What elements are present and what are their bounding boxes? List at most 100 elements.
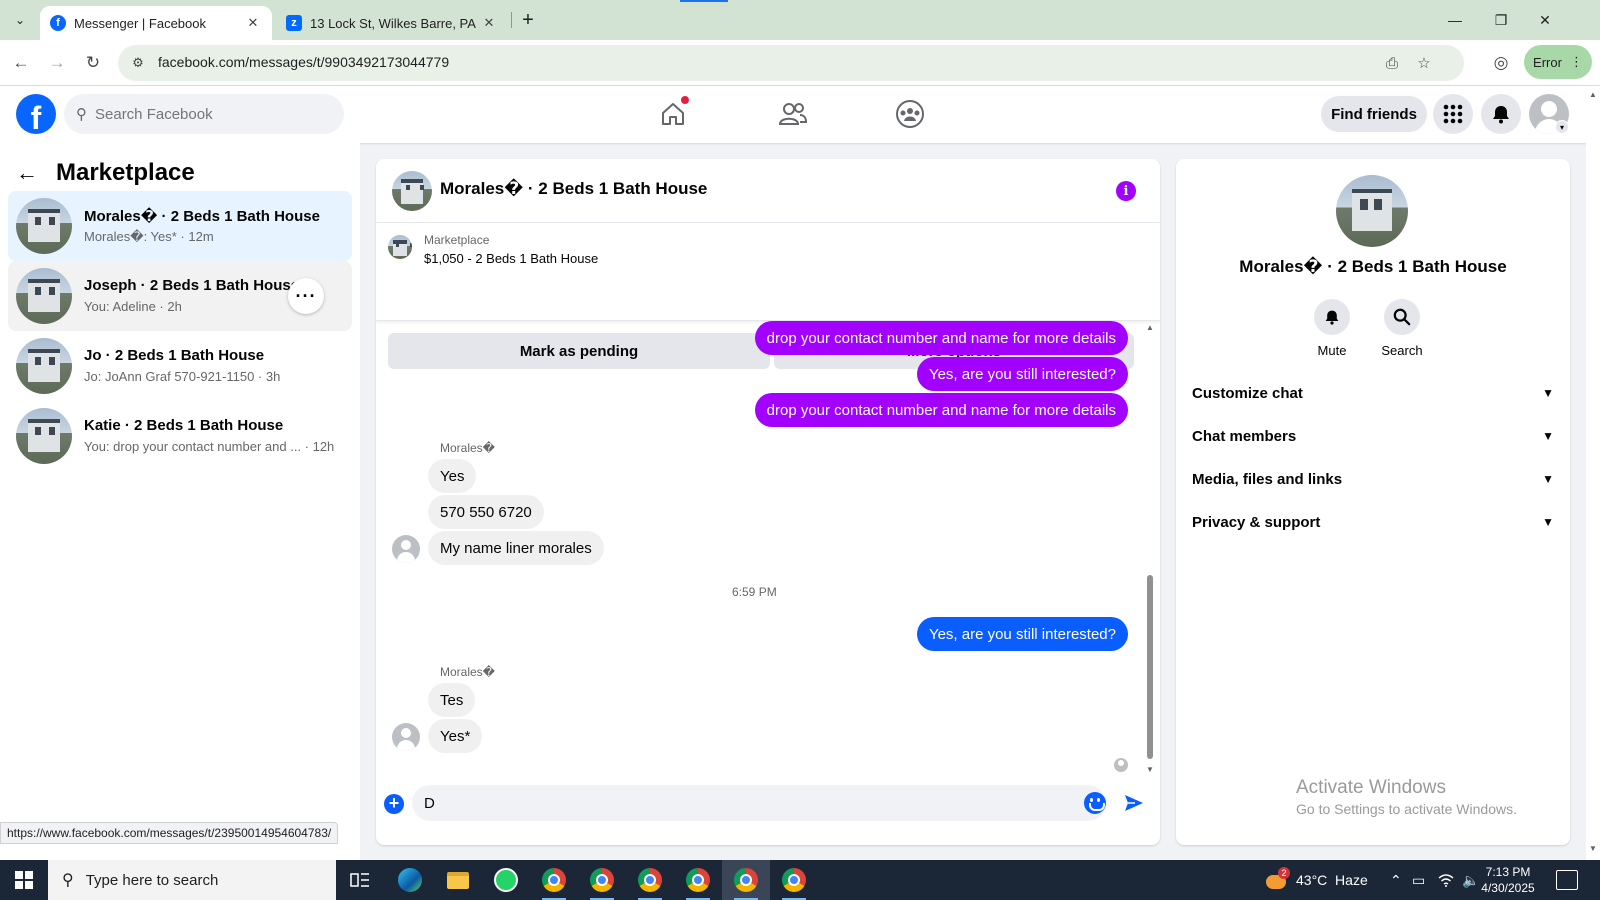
bookmark-star-icon[interactable]: ☆ (1412, 51, 1436, 75)
zillow-icon: z (286, 15, 302, 31)
tab-messenger[interactable]: f Messenger | Facebook ✕ (40, 6, 272, 40)
tab-zillow[interactable]: z 13 Lock St, Wilkes Barre, PA 187 ✕ (276, 6, 508, 40)
menu-grid-icon[interactable] (1433, 94, 1473, 134)
chat-avatar[interactable] (392, 171, 432, 211)
back-button[interactable]: ← (6, 48, 36, 78)
section-label: Chat members (1192, 427, 1297, 445)
facebook-logo-icon[interactable]: f (16, 94, 56, 134)
close-icon[interactable]: ✕ (480, 15, 498, 31)
show-hidden-icons[interactable]: ⌃ (1390, 860, 1402, 900)
friends-icon[interactable] (773, 94, 813, 134)
browser-tab-strip: ⌄ f Messenger | Facebook ✕ z 13 Lock St,… (0, 0, 1600, 40)
listing-price-title[interactable]: $1,050 - 2 Beds 1 Bath House (424, 251, 598, 266)
restore-button[interactable]: ❐ (1478, 0, 1524, 40)
message-bubble-outgoing[interactable]: drop your contact number and name for mo… (754, 321, 1128, 355)
sender-avatar[interactable] (392, 535, 420, 563)
facebook-header: f ⚲ Find friends ▾ (0, 86, 1586, 143)
sidebar-title: Marketplace (56, 159, 195, 186)
marketplace-sidebar: ← Marketplace Morales� · 2 Beds 1 Bath H… (0, 143, 360, 860)
close-window-button[interactable]: ✕ (1522, 0, 1568, 40)
media-files-links-row[interactable]: Media, files and links ▼ (1192, 459, 1554, 499)
close-icon[interactable]: ✕ (244, 15, 262, 31)
scroll-up-arrow-icon[interactable]: ▲ (1146, 323, 1154, 332)
message-bubble-incoming[interactable]: Tes (428, 683, 476, 717)
notification-center-icon[interactable] (1556, 870, 1578, 890)
forward-button[interactable]: → (42, 48, 72, 78)
message-bubble-incoming[interactable]: 570 550 6720 (428, 495, 544, 529)
chrome-icon[interactable] (530, 860, 578, 900)
message-bubble-outgoing[interactable]: drop your contact number and name for mo… (754, 393, 1128, 427)
message-input[interactable]: D (412, 785, 1106, 821)
chat-scrollbar[interactable]: ▲ ▼ (1144, 321, 1156, 779)
add-attachment-icon[interactable]: + (384, 794, 404, 814)
edge-browser-icon[interactable] (386, 860, 434, 900)
chat-title[interactable]: Morales� · 2 Beds 1 Bath House (440, 179, 707, 199)
message-bubble-incoming[interactable]: Yes (428, 459, 477, 493)
send-icon[interactable] (1122, 791, 1146, 815)
whatsapp-icon[interactable] (482, 860, 530, 900)
mute-button[interactable]: Mute (1302, 299, 1362, 358)
conversation-item[interactable]: Jo · 2 Beds 1 Bath House Jo: JoAnn Graf … (8, 331, 352, 401)
chrome-icon[interactable] (674, 860, 722, 900)
minimize-button[interactable]: — (1432, 0, 1478, 40)
site-info-icon[interactable]: ⚙ (126, 51, 150, 75)
chrome-icon[interactable] (722, 860, 770, 900)
watermark-subtitle: Go to Settings to activate Windows. (1296, 801, 1517, 817)
network-icon[interactable] (1438, 860, 1454, 900)
tab-search-button[interactable]: ⌄ (8, 8, 32, 32)
section-label: Customize chat (1192, 384, 1303, 402)
message-bubble-outgoing[interactable]: Yes, are you still interested? (916, 617, 1128, 651)
conversation-item[interactable]: Katie · 2 Beds 1 Bath House You: drop yo… (8, 401, 352, 471)
message-bubble-incoming[interactable]: My name liner morales (428, 531, 604, 565)
listing-thumbnail[interactable] (388, 235, 412, 259)
system-clock[interactable]: 7:13 PM 4/30/2025 (1468, 864, 1548, 896)
section-label: Privacy & support (1192, 513, 1321, 531)
listing-thumbnail (16, 268, 72, 324)
page-scrollbar[interactable]: ▲ ▼ (1586, 86, 1600, 860)
chevron-down-icon: ▼ (1542, 515, 1554, 529)
message-timestamp: 6:59 PM (732, 585, 777, 599)
battery-icon[interactable]: ▭ (1412, 860, 1425, 900)
search-conversation-button[interactable]: Search (1372, 299, 1432, 358)
more-options-icon[interactable]: ··· (288, 278, 324, 314)
bell-icon (1314, 299, 1350, 335)
profile-icon[interactable]: ◎ (1486, 48, 1516, 78)
privacy-support-row[interactable]: Privacy & support ▼ (1192, 502, 1554, 542)
chat-members-row[interactable]: Chat members ▼ (1192, 416, 1554, 456)
windows-start-icon[interactable] (0, 860, 48, 900)
chrome-icon[interactable] (578, 860, 626, 900)
info-icon[interactable]: i (1116, 181, 1136, 201)
chrome-icon[interactable] (626, 860, 674, 900)
find-friends-button[interactable]: Find friends (1321, 96, 1427, 132)
install-app-icon[interactable]: ⎙ (1380, 51, 1404, 75)
search-input[interactable] (95, 105, 315, 123)
listing-avatar[interactable] (1336, 175, 1408, 247)
task-view-icon[interactable] (336, 860, 384, 900)
customize-chat-row[interactable]: Customize chat ▼ (1192, 373, 1554, 413)
emoji-icon[interactable] (1084, 792, 1106, 814)
conversation-item[interactable]: Joseph · 2 Beds 1 Bath House You: Adelin… (8, 261, 352, 331)
chat-panel: Morales� · 2 Beds 1 Bath House i Marketp… (376, 159, 1160, 845)
sender-avatar[interactable] (392, 723, 420, 751)
scrollbar-thumb[interactable] (1147, 575, 1153, 759)
weather-widget[interactable]: 2 43°C Haze (1266, 860, 1368, 900)
reload-button[interactable]: ↻ (78, 48, 108, 78)
search-box[interactable]: ⚲ (64, 94, 344, 134)
scroll-down-arrow-icon[interactable]: ▼ (1146, 765, 1154, 774)
message-bubble-incoming[interactable]: Yes* (428, 719, 483, 753)
file-explorer-icon[interactable] (434, 860, 482, 900)
error-button[interactable]: Error ⋮ (1524, 45, 1592, 79)
chevron-down-icon[interactable]: ▾ (1555, 120, 1569, 134)
groups-icon[interactable] (890, 94, 930, 134)
new-tab-button[interactable]: + (516, 8, 540, 32)
back-arrow-icon[interactable]: ← (16, 160, 48, 186)
chrome-icon[interactable] (770, 860, 818, 900)
message-bubble-outgoing[interactable]: Yes, are you still interested? (916, 357, 1128, 391)
scroll-down-arrow-icon[interactable]: ▼ (1589, 844, 1597, 853)
notifications-bell-icon[interactable] (1481, 94, 1521, 134)
search-label: Search (1381, 343, 1423, 358)
taskbar-search-box[interactable]: ⚲ Type here to search (48, 860, 336, 900)
address-bar[interactable]: ⚙ facebook.com/messages/t/99034921730447… (118, 45, 1464, 81)
scroll-up-arrow-icon[interactable]: ▲ (1589, 90, 1597, 99)
conversation-item[interactable]: Morales� · 2 Beds 1 Bath House Morales�:… (8, 191, 352, 261)
